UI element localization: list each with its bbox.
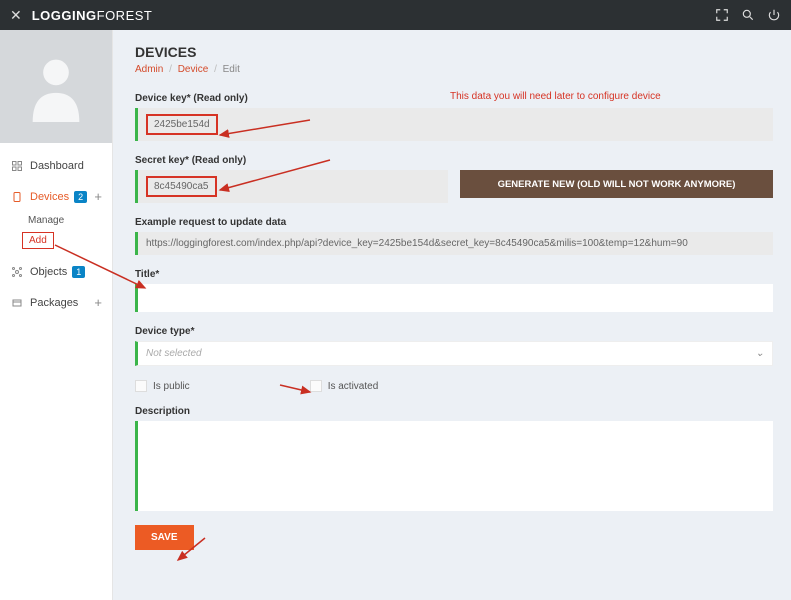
secret-key-field: 8c45490ca5 bbox=[135, 170, 448, 203]
power-icon[interactable] bbox=[767, 8, 781, 22]
description-label: Description bbox=[135, 406, 773, 417]
count-badge: 2 bbox=[74, 191, 87, 203]
count-badge: 1 bbox=[72, 266, 85, 278]
crumb-device[interactable]: Device bbox=[178, 64, 209, 75]
save-button[interactable]: SAVE bbox=[135, 525, 194, 550]
packages-icon bbox=[10, 296, 24, 310]
objects-icon bbox=[10, 265, 24, 279]
page-title: DEVICES bbox=[135, 44, 773, 60]
device-type-placeholder: Not selected bbox=[146, 348, 202, 359]
sidebar-item-label: Devices bbox=[30, 191, 69, 203]
crumb-admin[interactable]: Admin bbox=[135, 64, 163, 75]
chevron-down-icon: ⌄ bbox=[756, 348, 764, 359]
grid-icon bbox=[10, 159, 24, 173]
breadcrumb: Admin / Device / Edit bbox=[135, 64, 773, 75]
is-public-checkbox[interactable]: Is public bbox=[135, 380, 190, 392]
search-icon[interactable] bbox=[741, 8, 755, 22]
device-type-select[interactable]: Not selected ⌄ bbox=[135, 341, 773, 366]
title-input[interactable] bbox=[135, 284, 773, 312]
top-bar: ✕ LOGGINGFOREST bbox=[0, 0, 791, 30]
sidebar-item-label: Dashboard bbox=[30, 160, 84, 172]
checkbox-box bbox=[135, 380, 147, 392]
crumb-edit: Edit bbox=[223, 64, 240, 75]
close-icon[interactable]: ✕ bbox=[10, 7, 22, 24]
is-activated-checkbox[interactable]: Is activated bbox=[310, 380, 379, 392]
sidebar-sub-manage[interactable]: Manage bbox=[0, 212, 112, 229]
app-brand: LOGGINGFOREST bbox=[32, 8, 153, 23]
example-request-field: https://loggingforest.com/index.php/api?… bbox=[135, 232, 773, 255]
device-type-label: Device type* bbox=[135, 326, 773, 337]
checkbox-box bbox=[310, 380, 322, 392]
add-icon[interactable]: + bbox=[94, 295, 102, 310]
description-input[interactable] bbox=[135, 421, 773, 511]
secret-key-value: 8c45490ca5 bbox=[146, 176, 217, 197]
device-key-field: 2425be154d bbox=[135, 108, 773, 141]
avatar bbox=[0, 30, 112, 143]
sidebar-item-objects[interactable]: Objects 1 bbox=[0, 257, 112, 287]
example-request-label: Example request to update data bbox=[135, 217, 773, 228]
brand-bold: LOGGING bbox=[32, 8, 97, 23]
sidebar-nav: Dashboard Devices 2 + Manage Add Objects… bbox=[0, 143, 112, 318]
brand-light: FOREST bbox=[97, 8, 153, 23]
sidebar: Dashboard Devices 2 + Manage Add Objects… bbox=[0, 30, 113, 600]
add-icon[interactable]: + bbox=[94, 189, 102, 204]
sidebar-item-label: Packages bbox=[30, 297, 78, 309]
fullscreen-icon[interactable] bbox=[715, 8, 729, 22]
sidebar-item-devices[interactable]: Devices 2 + bbox=[0, 181, 112, 212]
config-note: This data you will need later to configu… bbox=[450, 91, 661, 102]
sidebar-item-label: Objects bbox=[30, 266, 67, 278]
title-label: Title* bbox=[135, 269, 773, 280]
device-key-value: 2425be154d bbox=[146, 114, 218, 135]
secret-key-label: Secret key* (Read only) bbox=[135, 155, 773, 166]
generate-new-button[interactable]: GENERATE NEW (OLD WILL NOT WORK ANYMORE) bbox=[460, 170, 773, 198]
sidebar-item-packages[interactable]: Packages + bbox=[0, 287, 112, 318]
device-icon bbox=[10, 190, 24, 204]
is-public-label: Is public bbox=[153, 381, 190, 392]
main-content: DEVICES Admin / Device / Edit Device key… bbox=[113, 30, 791, 600]
sidebar-item-dashboard[interactable]: Dashboard bbox=[0, 151, 112, 181]
is-activated-label: Is activated bbox=[328, 381, 379, 392]
sidebar-sub-add[interactable]: Add bbox=[22, 232, 54, 249]
